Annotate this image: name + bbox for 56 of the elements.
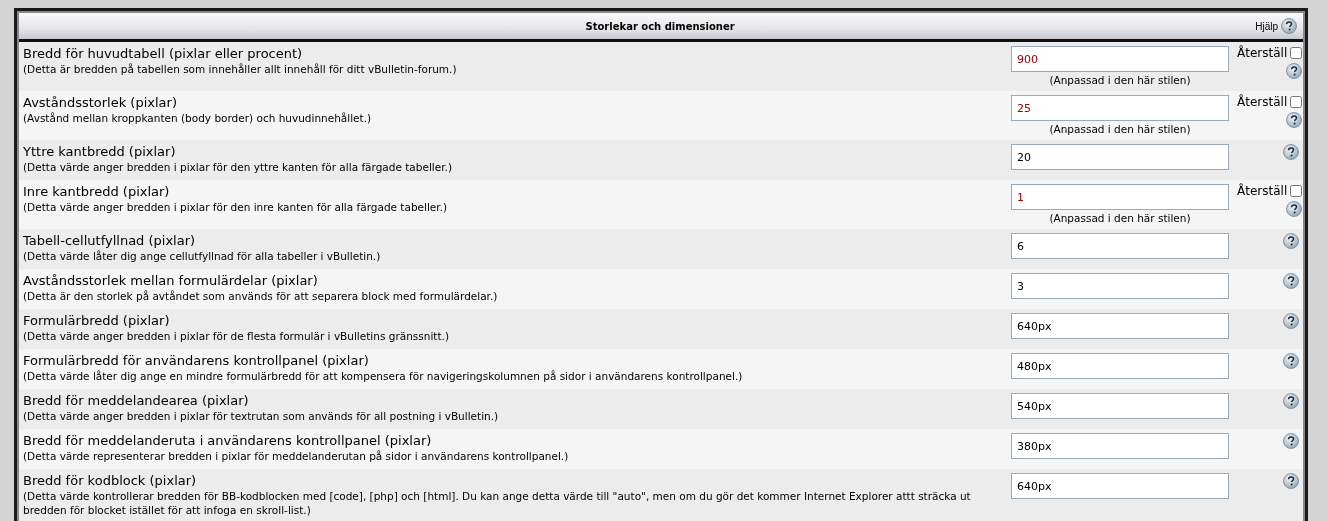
setting-description: (Detta värde kontrollerar bredden för BB-kodblocken med [code], [php] och [html]. Du kan ange detta värde till "auto", men om du gör det kommer Internet Explorer attt sträcka ut bredden för blocket istället för att infoga en skroll-list.) [23,489,972,517]
help-icon[interactable] [1286,112,1303,128]
setting-description: (Detta värde representerar bredden i pixlar för meddelanderutan på sidor i användarens kontrollpanel.) [23,449,570,463]
input-field[interactable]: 380px [1011,433,1229,459]
setting-title: Yttre kantbredd (pixlar) [23,144,177,160]
reset-label: Återställ [1237,95,1288,109]
input-field[interactable]: 640px [1011,313,1229,339]
help-icon[interactable] [1283,273,1299,289]
setting-title: Formulärbredd (pixlar) [23,313,171,329]
setting-description: (Detta värde anger bredden i pixlar för den inre kanten för alla färgade tabeller.) [23,200,449,214]
reset-checkbox[interactable] [1290,185,1303,197]
reset-label: Återställ [1237,46,1288,60]
help-icon[interactable] [1283,353,1299,369]
reset-label: Återställ [1237,184,1288,198]
panel-title: Storlekar och dimensioner [584,20,736,32]
setting-description: (Detta värde låter dig ange cellutfyllnad för alla tabeller i vBulletin.) [23,249,382,263]
help-link[interactable]: Hjälp [1255,20,1278,32]
setting-title: Avståndsstorlek (pixlar) [23,95,178,111]
customized-note: (Anpassad i den här stilen) [1049,212,1191,224]
help-icon[interactable] [1283,393,1299,409]
input-field[interactable]: 540px [1011,393,1229,419]
help-icon[interactable] [1283,313,1299,329]
setting-title: Avståndsstorlek mellan formulärdelar (pixlar) [23,273,319,289]
setting-description: (Detta är den storlek på avtåndet som används för att separera block med formulärdelar.) [23,289,499,303]
setting-title: Inre kantbredd (pixlar) [23,184,171,200]
input-field[interactable]: 1 [1011,184,1229,210]
input-field[interactable]: 480px [1011,353,1229,379]
reset-checkbox[interactable] [1290,47,1303,59]
help-icon[interactable] [1283,473,1299,489]
setting-description: (Detta värde anger bredden i pixlar för den yttre kanten för alla färgade tabeller.) [23,160,453,174]
setting-title: Bredd för meddelandearea (pixlar) [23,393,250,409]
setting-description: (Detta värde låter dig ange en mindre formulärbredd för att kompensera för navigeringskolumnen på sidor i användarens kontrollpanel.) [23,369,744,383]
input-field[interactable]: 6 [1011,233,1229,259]
setting-title: Bredd för kodblock (pixlar) [23,473,198,489]
setting-title: Bredd för meddelanderuta i användarens kontrollpanel (pixlar) [23,433,433,449]
help-icon[interactable] [1286,63,1303,79]
input-field[interactable]: 3 [1011,273,1229,299]
customized-note: (Anpassad i den här stilen) [1049,74,1191,86]
setting-description: (Detta värde anger bredden i pixlar för de flesta formulär i vBulletins gränssnitt.) [23,329,450,343]
setting-description: (Avstånd mellan kroppkanten (body border) och huvudinnehållet.) [23,111,373,125]
input-field[interactable]: 900 [1011,46,1229,72]
setting-description: (Detta är bredden på tabellen som innehåller allt innehåll för ditt vBulletin-forum.) [23,62,458,76]
input-field[interactable]: 25 [1011,95,1229,121]
help-icon[interactable] [1283,433,1299,449]
input-field[interactable]: 640px [1011,473,1229,499]
help-icon[interactable] [1283,144,1299,160]
help-icon[interactable] [1286,201,1303,217]
help-icon[interactable] [1281,18,1297,34]
reset-checkbox[interactable] [1290,96,1303,108]
setting-title: Tabell-cellutfyllnad (pixlar) [23,233,197,249]
customized-note: (Anpassad i den här stilen) [1049,123,1191,135]
help-icon[interactable] [1283,233,1299,249]
input-field[interactable]: 20 [1011,144,1229,170]
setting-title: Formulärbredd för användarens kontrollpanel (pixlar) [23,353,370,369]
setting-title: Bredd för huvudtabell (pixlar eller procent) [23,46,304,62]
setting-description: (Detta värde anger bredden i pixlar för textrutan som används för all postning i vBulletin.) [23,409,500,423]
